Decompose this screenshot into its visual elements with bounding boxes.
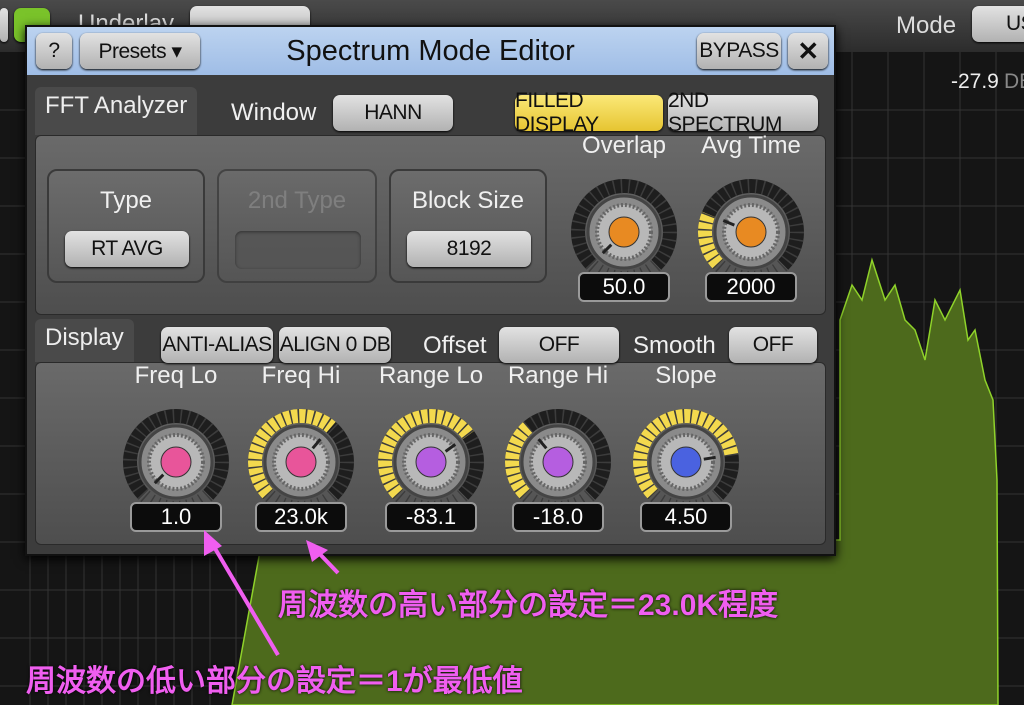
arrow-freq-lo	[208, 538, 280, 657]
annotation-freq-lo: 周波数の低い部分の設定＝1が最低値	[26, 665, 523, 698]
annotation-freq-hi: 周波数の高い部分の設定＝23.0K程度	[278, 589, 779, 622]
